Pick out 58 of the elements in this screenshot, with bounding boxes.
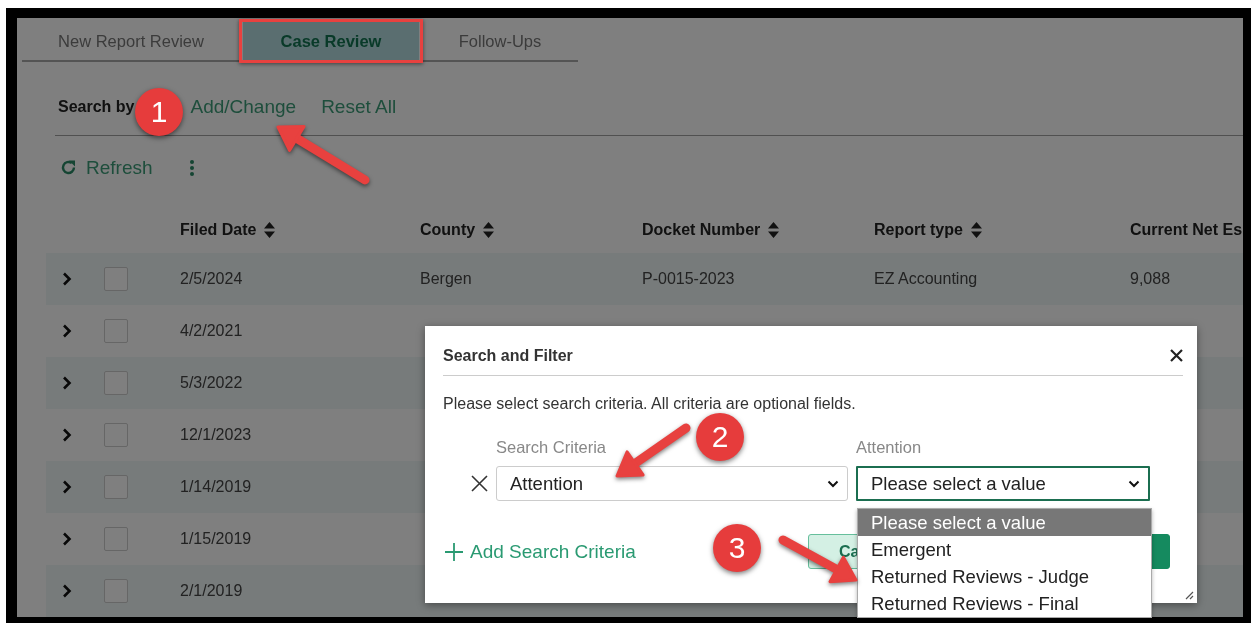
table-cell-text: P-0015-2023 <box>642 270 736 288</box>
column-header[interactable]: County <box>420 220 642 239</box>
table-cell-text: EZ Accounting <box>874 270 979 288</box>
table-cell-text: 1/15/2019 <box>180 530 253 548</box>
more-options-icon[interactable] <box>188 158 195 177</box>
refresh-icon <box>60 159 77 177</box>
table-cell-text: 5/3/2022 <box>180 374 244 392</box>
table-cell-text: 9,088 <box>1130 270 1172 288</box>
search-label: Search by <box>58 98 135 117</box>
chevron-icon[interactable] <box>62 324 72 338</box>
checkbox[interactable] <box>104 527 128 551</box>
checkbox[interactable] <box>104 423 128 447</box>
chevron-icon[interactable] <box>62 532 72 546</box>
checkbox[interactable] <box>104 267 128 291</box>
column-header[interactable]: Docket Number <box>642 220 874 239</box>
dropdown-option[interactable]: Emergent <box>858 536 1151 563</box>
select-field[interactable]: Attention <box>496 466 848 501</box>
link[interactable]: Reset All <box>321 96 397 119</box>
table-cell-text: 1/14/2019 <box>180 478 253 496</box>
resize-grip-icon[interactable] <box>1184 590 1194 600</box>
checkbox[interactable] <box>104 371 128 395</box>
column-header[interactable]: Filed Date <box>180 220 420 239</box>
remove-icon[interactable] <box>471 475 488 492</box>
instructions-text: Please select search criteria. All criteria are optional fields. <box>443 394 856 414</box>
table-cell-text: Bergen <box>420 270 473 288</box>
dropdown-option[interactable]: Returned Reviews - Final <box>858 590 1151 617</box>
sort-icon[interactable] <box>264 221 276 238</box>
chevron-icon[interactable] <box>62 428 72 442</box>
tab[interactable]: Follow-Ups <box>422 22 578 60</box>
checkbox[interactable] <box>104 475 128 499</box>
table-cell-text: 2/5/2024 <box>180 270 244 288</box>
tab[interactable]: New Report Review <box>22 22 240 60</box>
select-field[interactable]: Please select a value <box>856 466 1150 501</box>
table-cell-text: 2/1/2019 <box>180 582 244 600</box>
chevron-icon[interactable] <box>62 480 72 494</box>
close-icon[interactable] <box>1170 349 1183 362</box>
checkbox[interactable] <box>104 319 128 343</box>
checkbox[interactable] <box>104 579 128 603</box>
table-cell-text: 12/1/2023 <box>180 426 253 444</box>
sort-icon[interactable] <box>483 221 495 238</box>
chevron-icon[interactable] <box>62 272 72 286</box>
add-criteria-link[interactable]: Add Search Criteria <box>445 540 636 563</box>
caret-icon <box>827 479 839 488</box>
sort-icon[interactable] <box>970 221 982 238</box>
caret-icon <box>1128 479 1140 488</box>
dropdown-option[interactable]: Returned Reviews - Judge <box>858 563 1151 590</box>
link[interactable]: Add/Change <box>190 96 297 119</box>
sort-icon[interactable] <box>768 221 780 238</box>
column-header[interactable]: Current Net Es <box>1130 220 1243 239</box>
field-label: Attention <box>856 437 923 457</box>
refresh-button[interactable]: Refresh <box>60 156 153 179</box>
dropdown-option[interactable]: Please select a value <box>858 509 1151 536</box>
plus-icon <box>445 542 463 561</box>
column-header[interactable]: Report type <box>874 220 1130 239</box>
dialog-title: Search and Filter <box>443 346 573 365</box>
chevron-icon[interactable] <box>62 376 72 390</box>
table-cell-text: 4/2/2021 <box>180 322 244 340</box>
chevron-icon[interactable] <box>62 584 72 598</box>
